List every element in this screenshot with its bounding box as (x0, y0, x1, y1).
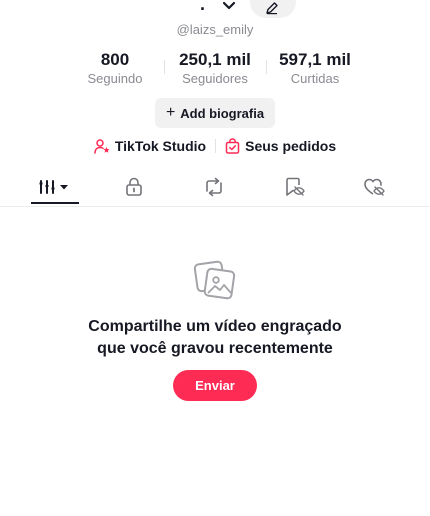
stat-followers[interactable]: 250,1 mil Seguidores (170, 50, 260, 87)
add-bio-button[interactable]: + Add biografia (155, 98, 275, 128)
photos-icon (193, 260, 236, 300)
stat-following-value: 800 (100, 50, 130, 69)
tab-private[interactable] (110, 170, 158, 204)
profile-name: . (200, 0, 206, 14)
links-divider (215, 139, 217, 153)
profile-handle: @laizs_emily (176, 22, 254, 37)
tab-videos[interactable] (31, 170, 79, 204)
stat-followers-label: Seguidores (182, 71, 248, 86)
profile-tabs (0, 170, 430, 207)
stat-divider (266, 60, 267, 74)
stat-following-label: Seguindo (87, 71, 143, 86)
tiktok-studio-label: TikTok Studio (114, 138, 207, 154)
edit-profile-button[interactable] (250, 0, 296, 18)
stat-likes-value: 597,1 mil (279, 50, 351, 69)
stat-likes[interactable]: 597,1 mil Curtidas (272, 50, 358, 87)
lock-icon (126, 177, 142, 196)
orders-label: Seus pedidos (245, 138, 337, 154)
user-star-icon (94, 138, 110, 154)
tab-favorites[interactable] (270, 170, 318, 204)
tab-reposts[interactable] (190, 170, 238, 204)
stat-followers-value: 250,1 mil (179, 50, 251, 69)
stat-divider (164, 60, 165, 74)
orders-link[interactable]: Seus pedidos (225, 138, 336, 154)
empty-state-line-2: que você gravou recentemente (97, 340, 333, 357)
bookmark-eye-off-icon (286, 177, 305, 196)
grid-icon (39, 180, 68, 194)
tab-liked[interactable] (350, 170, 398, 204)
add-bio-label: Add biografia (180, 105, 265, 121)
empty-state-title: Compartilhe um vídeo engraçado que você … (0, 316, 430, 360)
stat-following[interactable]: 800 Seguindo (78, 50, 152, 87)
profile-links: TikTok Studio Seus pedidos (0, 136, 430, 156)
pencil-icon (266, 2, 278, 15)
heart-eye-off-icon (364, 178, 385, 196)
chevron-down-icon[interactable] (221, 0, 237, 14)
profile-name-row: . (0, 0, 430, 20)
plus-icon: + (165, 104, 176, 121)
empty-state-line-1: Compartilhe um vídeo engraçado (88, 318, 342, 335)
repost-icon (206, 177, 222, 197)
stat-likes-label: Curtidas (290, 71, 340, 86)
shopping-bag-icon (225, 138, 240, 154)
upload-button[interactable]: Enviar (173, 370, 257, 401)
tiktok-studio-link[interactable]: TikTok Studio (94, 138, 206, 154)
